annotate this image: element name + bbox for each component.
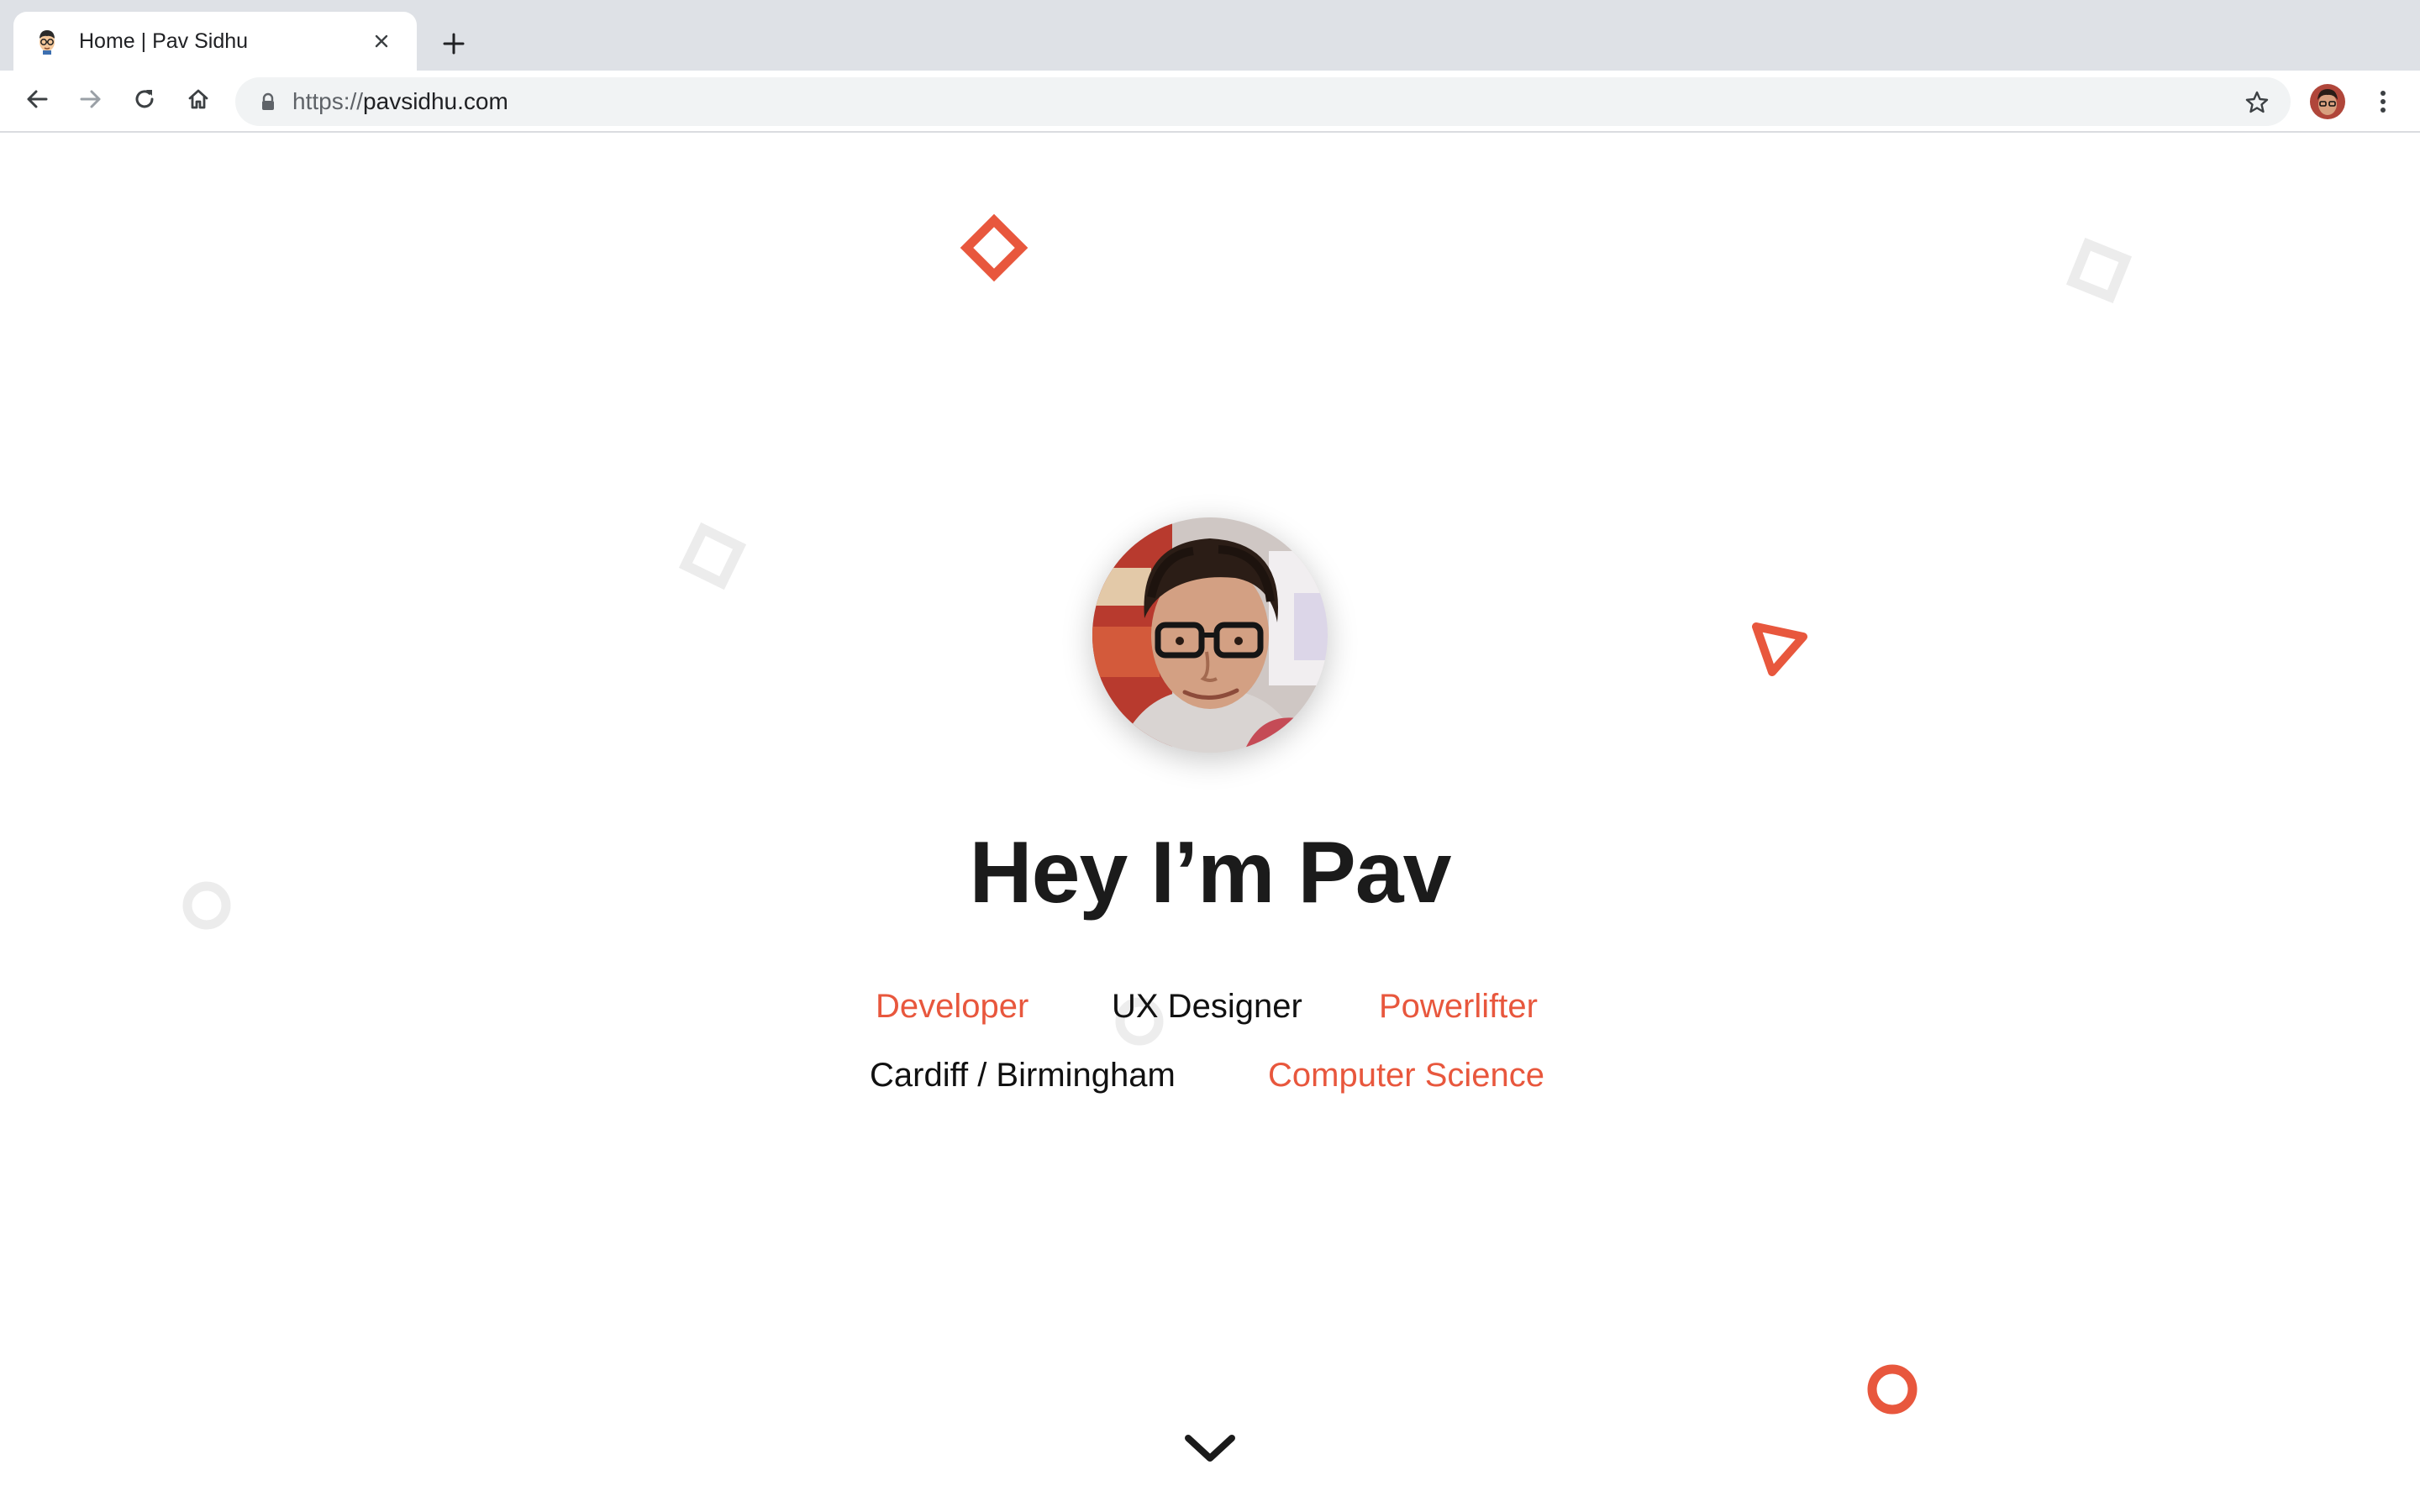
square-shape-icon (678, 522, 747, 591)
tab-title: Home | Pav Sidhu (79, 29, 249, 53)
back-button[interactable] (15, 79, 59, 123)
role-location: Cardiff / Birmingham (870, 1057, 1176, 1094)
avatar-cartoon-icon (34, 28, 60, 55)
new-tab-button[interactable] (432, 24, 476, 67)
close-icon[interactable] (366, 26, 397, 56)
hero-headline: Hey I’m Pav (969, 824, 1452, 921)
lock-icon (260, 92, 276, 111)
diamond-shape-icon (960, 213, 1028, 282)
url-text: https://pavsidhu.com (292, 88, 508, 115)
plus-icon (443, 33, 465, 59)
browser-tab[interactable]: Home | Pav Sidhu (13, 12, 417, 71)
url-scheme: https:// (292, 88, 364, 114)
url-host: pavsidhu.com (363, 88, 508, 114)
role-computer-science: Computer Science (1268, 1057, 1545, 1094)
role-ux-designer: UX Designer (1112, 988, 1302, 1025)
kebab-menu-icon[interactable] (2366, 81, 2400, 123)
page-viewport: Hey I’m Pav Developer UX Designer Powerl… (0, 133, 2420, 1512)
chevron-down-icon (1183, 1431, 1237, 1469)
browser-toolbar: https://pavsidhu.com (0, 71, 2420, 133)
profile-photo (1092, 517, 1328, 753)
arrow-right-icon (78, 87, 103, 116)
home-icon (186, 87, 211, 116)
square-shape-icon (2065, 237, 2133, 304)
arrow-left-icon (24, 87, 50, 116)
role-developer: Developer (876, 988, 1029, 1025)
role-powerlifter: Powerlifter (1379, 988, 1538, 1025)
scroll-down-button[interactable] (1181, 1431, 1239, 1468)
address-bar[interactable]: https://pavsidhu.com (235, 77, 2291, 126)
star-icon[interactable] (2240, 86, 2274, 119)
forward-button[interactable] (69, 79, 113, 123)
profile-avatar[interactable] (2310, 84, 2345, 119)
reload-button[interactable] (123, 79, 166, 123)
browser-tabstrip: Home | Pav Sidhu (0, 0, 2420, 71)
reload-icon (132, 87, 157, 116)
circle-shape-icon (1867, 1364, 1918, 1415)
home-button[interactable] (176, 79, 220, 123)
triangle-shape-icon (1752, 622, 1807, 676)
